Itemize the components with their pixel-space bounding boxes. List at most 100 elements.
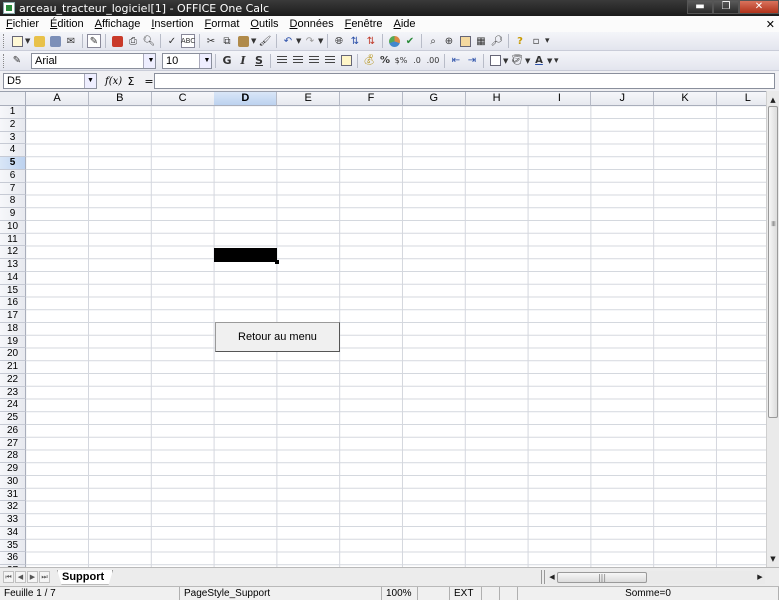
align-center-icon[interactable] — [291, 54, 305, 68]
select-all-corner[interactable] — [0, 92, 26, 106]
toolbar-overflow-icon[interactable]: ▾ — [554, 54, 562, 68]
row-header[interactable]: 14 — [0, 271, 26, 285]
status-zoom[interactable]: 100% — [382, 587, 418, 600]
menu-insertion[interactable]: Insertion — [145, 18, 198, 30]
row-header[interactable]: 28 — [0, 450, 26, 463]
sort-ascending-icon[interactable]: ⇅ — [348, 34, 362, 48]
retour-au-menu-button[interactable]: Retour au menu — [215, 322, 340, 352]
fill-handle[interactable] — [275, 260, 279, 264]
row-header[interactable]: 17 — [0, 310, 26, 323]
font-color-icon[interactable]: A — [532, 54, 546, 68]
formula-input[interactable] — [154, 73, 775, 89]
cut-icon[interactable]: ✂ — [204, 34, 218, 48]
row-header[interactable]: 23 — [0, 386, 26, 400]
clone-format-icon[interactable]: 🖌︎ — [258, 34, 272, 48]
justify-icon[interactable] — [323, 54, 337, 68]
chart-icon[interactable] — [387, 34, 401, 48]
row-header[interactable]: 36 — [0, 552, 26, 565]
export-pdf-icon[interactable] — [110, 34, 124, 48]
font-color-dropdown-icon[interactable]: ▼ — [547, 57, 553, 65]
row-header[interactable]: 11 — [0, 233, 26, 247]
scroll-left-icon[interactable]: ◀ — [547, 571, 557, 584]
zoom-icon[interactable]: 🔎︎ — [490, 34, 504, 48]
row-header[interactable]: 25 — [0, 412, 26, 425]
selected-cell[interactable] — [214, 248, 277, 262]
background-dropdown-icon[interactable]: ▼ — [525, 57, 531, 65]
font-size-dropdown-icon[interactable]: ▼ — [199, 53, 211, 68]
bold-button[interactable]: G — [220, 54, 234, 68]
new-document-icon[interactable] — [10, 34, 24, 48]
row-header[interactable]: 35 — [0, 539, 26, 553]
row-header[interactable]: 6 — [0, 169, 26, 183]
row-header[interactable]: 26 — [0, 424, 26, 438]
menu-outils[interactable]: Outils — [244, 18, 283, 30]
add-decimal-icon[interactable]: .0 — [410, 54, 424, 68]
column-header[interactable]: G — [402, 92, 466, 106]
sum-button[interactable]: Σ — [123, 75, 139, 88]
merge-cells-icon[interactable] — [339, 54, 353, 68]
row-header[interactable]: 13 — [0, 259, 26, 272]
close-button[interactable]: ✕ — [739, 0, 779, 14]
row-header[interactable]: 2 — [0, 118, 26, 132]
row-header[interactable]: 29 — [0, 463, 26, 476]
row-header[interactable]: 24 — [0, 399, 26, 412]
undo-icon[interactable]: ↶ — [281, 34, 295, 48]
align-left-icon[interactable] — [275, 54, 289, 68]
row-header[interactable]: 20 — [0, 348, 26, 361]
new-dropdown-icon[interactable]: ▼ — [25, 37, 31, 45]
row-header[interactable]: 30 — [0, 475, 26, 489]
menu-format[interactable]: Format — [199, 18, 245, 30]
font-size-combo[interactable]: 10 ▼ — [162, 52, 212, 69]
cell-area[interactable] — [26, 106, 766, 567]
column-header[interactable]: B — [88, 92, 152, 106]
open-folder-icon[interactable] — [32, 34, 46, 48]
scroll-down-icon[interactable]: ▼ — [767, 553, 779, 565]
sheet-tab-support[interactable]: Support — [57, 569, 114, 585]
row-header[interactable]: 7 — [0, 182, 26, 196]
italic-button[interactable]: I — [236, 54, 250, 68]
gallery-icon[interactable] — [458, 34, 472, 48]
minimize-button[interactable]: ▬ — [687, 0, 713, 14]
toolbar-grip[interactable] — [3, 53, 6, 68]
percent-format-button[interactable]: % — [378, 54, 392, 68]
status-page-style[interactable]: PageStyle_Support — [180, 587, 382, 600]
underline-button[interactable]: S — [252, 54, 266, 68]
data-sources-icon[interactable]: ▦ — [474, 34, 488, 48]
name-box-dropdown-icon[interactable]: ▼ — [84, 74, 96, 88]
vertical-scrollbar[interactable]: ▲ ▼ — [766, 91, 779, 567]
row-header[interactable]: 4 — [0, 144, 26, 157]
menu-aide[interactable]: Aide — [388, 18, 421, 30]
maximize-button[interactable]: ❐ — [713, 0, 739, 14]
menu-fichier[interactable]: Fichier — [0, 18, 44, 30]
menu-edition[interactable]: Édition — [44, 18, 89, 30]
previous-sheet-icon[interactable]: ◀ — [15, 571, 26, 583]
toolbar-grip[interactable] — [3, 34, 6, 48]
font-name-combo[interactable]: Arial ▼ — [31, 52, 156, 69]
decrease-indent-icon[interactable]: ⇤ — [449, 54, 463, 68]
align-right-icon[interactable] — [307, 54, 321, 68]
column-header[interactable]: D — [214, 92, 278, 106]
borders-dropdown-icon[interactable]: ▼ — [503, 57, 509, 65]
autospell-icon[interactable]: ABC — [181, 34, 195, 48]
row-header[interactable]: 9 — [0, 208, 26, 221]
column-header[interactable]: H — [465, 92, 529, 106]
toolbar-overflow-icon[interactable]: ▾ — [545, 34, 553, 48]
hyperlink-icon[interactable]: 🌐︎ — [332, 34, 346, 48]
styles-icon[interactable]: ✎ — [10, 54, 24, 68]
row-header[interactable]: 10 — [0, 220, 26, 234]
borders-icon[interactable] — [488, 54, 502, 68]
row-header[interactable]: 22 — [0, 373, 26, 387]
row-header[interactable]: 8 — [0, 195, 26, 208]
save-icon[interactable] — [48, 34, 62, 48]
scroll-right-icon[interactable]: ▶ — [755, 571, 765, 584]
status-insert-mode[interactable] — [418, 587, 450, 600]
redo-dropdown-icon[interactable]: ▼ — [318, 37, 324, 45]
spellcheck-icon[interactable]: ✓ — [165, 34, 179, 48]
vertical-scroll-thumb[interactable] — [768, 106, 778, 418]
pivot-table-icon[interactable]: ✔ — [403, 34, 417, 48]
row-header[interactable]: 15 — [0, 284, 26, 298]
column-header[interactable]: L — [716, 92, 766, 106]
column-header[interactable]: K — [654, 92, 717, 106]
copy-icon[interactable]: ⧉ — [220, 34, 234, 48]
row-header[interactable]: 27 — [0, 437, 26, 451]
